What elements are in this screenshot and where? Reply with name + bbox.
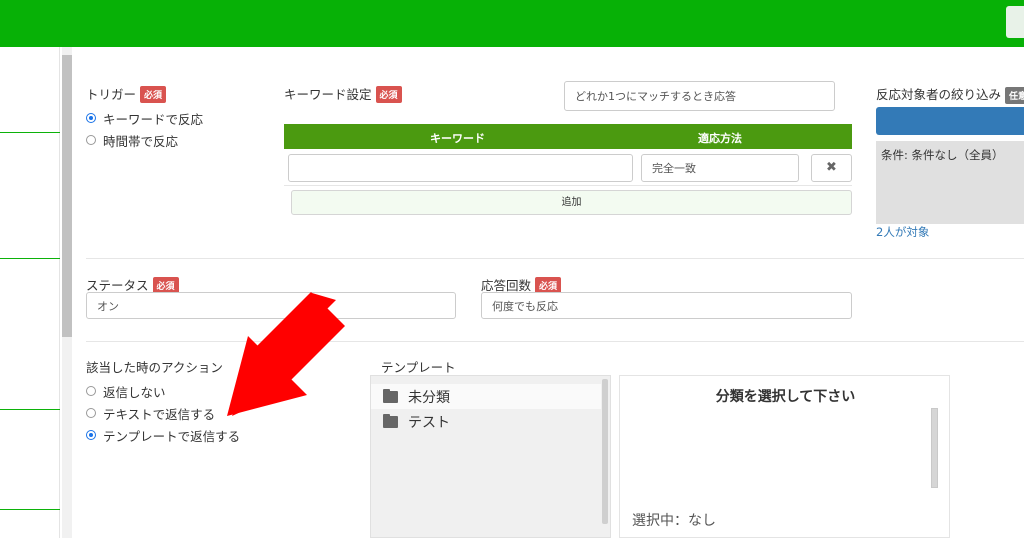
annotation-arrow-overlay <box>227 292 345 416</box>
